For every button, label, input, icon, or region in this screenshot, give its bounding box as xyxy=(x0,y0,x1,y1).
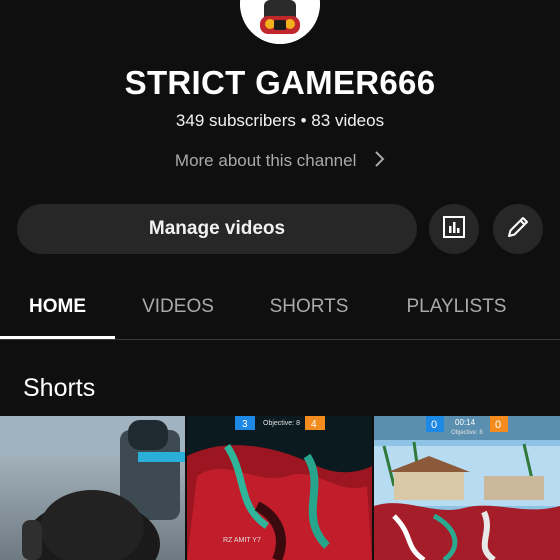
short-hud-right: 4 xyxy=(311,419,317,430)
channel-tabs: HOME VIDEOS SHORTS PLAYLISTS xyxy=(0,280,560,340)
short-hud-objective: Objective: 8 xyxy=(451,430,483,436)
short-hud-left: 3 xyxy=(242,419,248,430)
tab-videos[interactable]: VIDEOS xyxy=(128,280,228,338)
tab-home[interactable]: HOME xyxy=(0,280,115,338)
more-about-label: More about this channel xyxy=(174,150,357,170)
manage-videos-button[interactable]: Manage videos xyxy=(17,204,417,254)
active-tab-indicator xyxy=(0,336,115,339)
gamer-mask-avatar-icon xyxy=(240,0,320,44)
shorts-section-title: Shorts xyxy=(23,374,96,402)
chevron-right-icon xyxy=(373,150,385,173)
short-hud-right: 0 xyxy=(495,419,501,431)
short-thumbnail[interactable]: 0 0 00:14 Objective: 8 xyxy=(374,416,560,560)
pencil-icon xyxy=(505,214,531,245)
more-about-channel-link[interactable]: More about this channel xyxy=(0,150,560,173)
tab-playlists[interactable]: PLAYLISTS xyxy=(390,280,523,338)
channel-stats: 349 subscribers • 83 videos xyxy=(175,111,385,130)
channel-avatar[interactable] xyxy=(240,0,320,44)
shorts-shelf: 3 4 Objective: 8 RZ AMIT Y7 0 0 00:14 Ob… xyxy=(0,416,560,560)
short-hud-left: 0 xyxy=(431,419,437,431)
channel-name: STRICT GAMER666 xyxy=(124,64,436,101)
short-hud-timer: 00:14 xyxy=(455,418,476,427)
short-thumbnail[interactable]: 3 4 Objective: 8 RZ AMIT Y7 xyxy=(187,416,372,560)
short-thumbnail[interactable] xyxy=(0,416,185,560)
short-hud-center: Objective: 8 xyxy=(263,420,300,427)
edit-channel-button[interactable] xyxy=(493,204,543,254)
tab-shorts[interactable]: SHORTS xyxy=(255,280,363,338)
bar-chart-icon xyxy=(442,215,466,244)
short-hud-bottom: RZ AMIT Y7 xyxy=(223,537,261,544)
manage-videos-label: Manage videos xyxy=(148,218,286,239)
analytics-button[interactable] xyxy=(429,204,479,254)
